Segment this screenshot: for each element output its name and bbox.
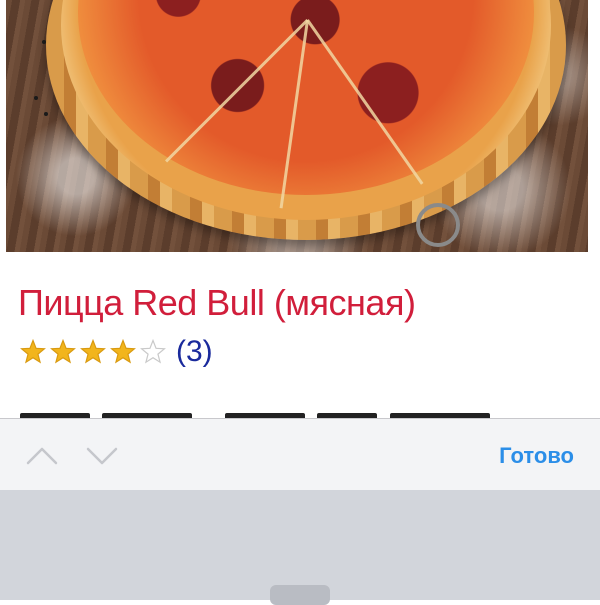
rating[interactable]: (3) [20,337,213,367]
review-count[interactable]: (3) [176,337,213,367]
star-empty-icon [140,339,166,364]
star-filled-icon [80,339,106,364]
done-button[interactable]: Готово [499,443,574,469]
keyboard-accessory-bar: Готово [0,418,600,491]
rating-stars [20,339,170,365]
board-handle-ring [416,203,460,247]
product-title: Пицца Red Bull (мясная) [18,282,416,323]
star-filled-icon [20,339,46,364]
star-filled-icon [50,339,76,364]
keyboard-area [0,490,600,605]
chevron-down-icon[interactable] [84,441,120,469]
peppercorn [34,96,38,100]
product-photo [6,0,588,252]
peppercorn [42,40,46,44]
star-filled-icon [110,339,136,364]
keyboard-key[interactable] [270,585,330,605]
peppercorn [44,112,48,116]
chevron-up-icon[interactable] [24,441,60,469]
description-text-clipped [20,408,580,418]
